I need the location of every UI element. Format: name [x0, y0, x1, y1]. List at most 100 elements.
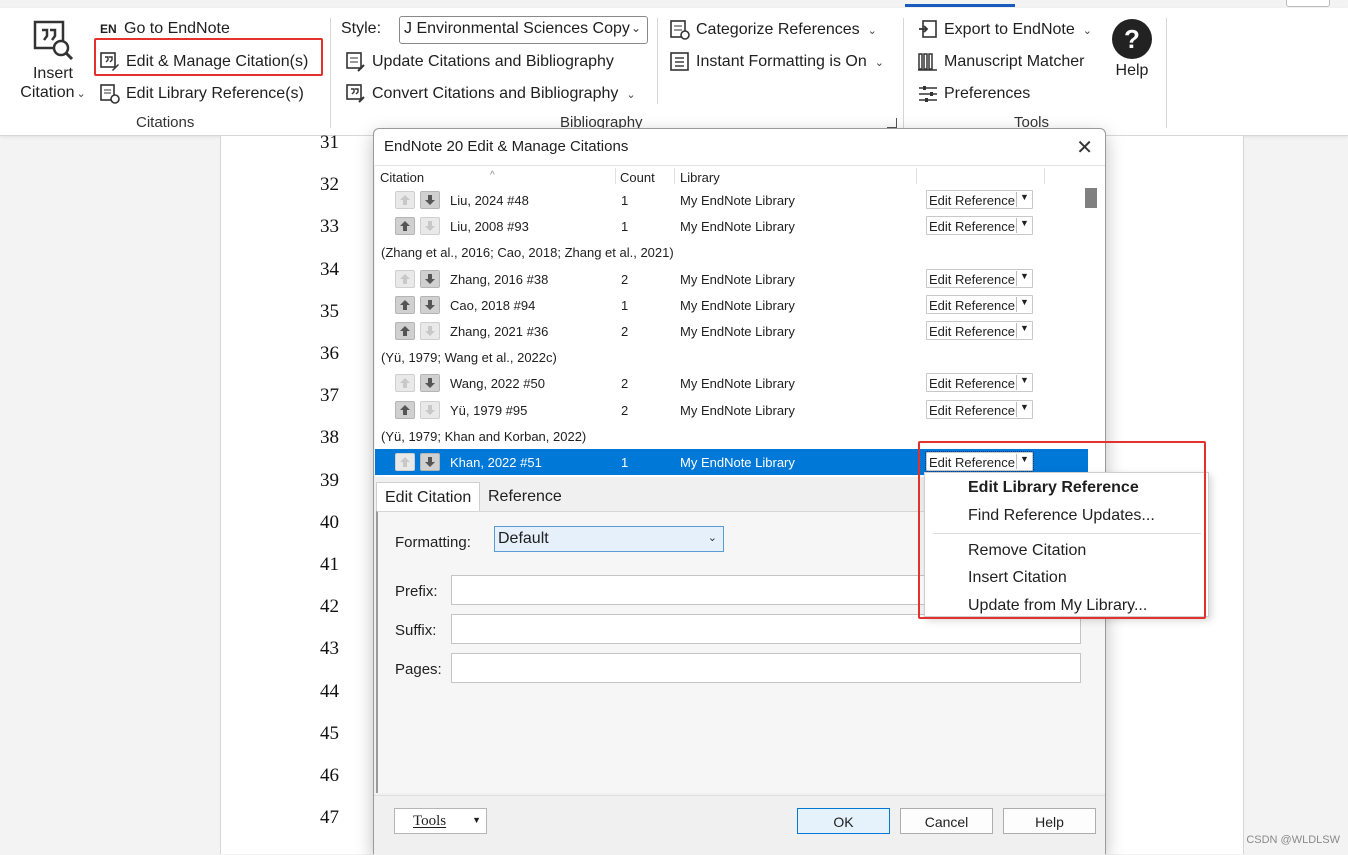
edit-reference-label: Edit Reference: [929, 324, 1015, 339]
edit-reference-dropdown[interactable]: Edit Reference ▼: [926, 216, 1033, 236]
line-number: 43: [320, 638, 339, 660]
edit-manage-highlight: [94, 38, 323, 76]
move-down-icon[interactable]: [420, 295, 440, 314]
dropdown-arrow-icon: ▼: [1020, 296, 1029, 307]
edit-reference-label: Edit Reference: [929, 376, 1015, 392]
line-number: 35: [320, 300, 339, 322]
column-divider: [615, 168, 616, 184]
column-header-library[interactable]: Library: [680, 170, 720, 185]
insert-citation-button[interactable]: Insert Citation ⌄: [14, 16, 92, 104]
edit-reference-dropdown[interactable]: Edit Reference ▼: [926, 268, 1033, 288]
move-down-icon[interactable]: [420, 322, 440, 340]
ok-button[interactable]: OK: [797, 808, 890, 834]
dropdown-divider: [1016, 375, 1017, 391]
categorize-references-button[interactable]: Categorize References ⌄: [670, 20, 877, 40]
edit-library-reference-button[interactable]: Edit Library Reference(s): [100, 84, 304, 104]
close-icon[interactable]: ✕: [1076, 135, 1093, 160]
instant-formatting-button[interactable]: Instant Formatting is On ⌄: [670, 52, 884, 72]
manuscript-matcher-label: Manuscript Matcher: [944, 53, 1085, 70]
edit-reference-dropdown[interactable]: Edit Reference ▼: [926, 294, 1033, 314]
dropdown-arrow-icon: ▼: [1020, 218, 1029, 229]
move-down-icon[interactable]: [420, 453, 440, 471]
tools-button[interactable]: Tools ▼: [394, 808, 487, 834]
chevron-down-icon: ⌄: [630, 21, 641, 35]
convert-citations-label: Convert Citations and Bibliography: [372, 85, 619, 102]
dialog-launcher-icon[interactable]: [887, 118, 897, 128]
cancel-button[interactable]: Cancel: [900, 808, 993, 834]
convert-citations-button[interactable]: Convert Citations and Bibliography ⌄: [346, 84, 636, 104]
column-header-count[interactable]: Count: [620, 170, 655, 185]
move-down-icon[interactable]: [420, 191, 440, 209]
move-down-icon[interactable]: [420, 269, 440, 288]
chevron-down-icon: ⌄: [626, 88, 636, 101]
help-button[interactable]: ? Help: [1108, 18, 1156, 94]
dropdown-divider: [1016, 401, 1017, 417]
reference-row[interactable]: Liu, 2008 #93 1 My EndNote Library Edit Ref…: [375, 213, 1088, 239]
export-to-endnote-button[interactable]: Export to EndNote ⌄: [918, 20, 1092, 40]
preferences-icon: [919, 86, 937, 102]
move-up-icon[interactable]: [395, 295, 415, 314]
edit-reference-label: Edit Reference: [929, 271, 1015, 287]
formatting-select[interactable]: Default ⌄: [494, 526, 724, 552]
help-dialog-button[interactable]: Help: [1003, 808, 1096, 834]
edit-reference-dropdown[interactable]: Edit Reference ▼: [926, 399, 1033, 419]
edit-reference-dropdown[interactable]: Edit Reference ▼: [926, 190, 1033, 209]
move-up-icon[interactable]: [395, 453, 415, 471]
reference-row[interactable]: Liu, 2024 #48 1 My EndNote Library Edit Ref…: [375, 187, 1088, 213]
export-icon: [919, 20, 937, 38]
citation-group-label: (Yü, 1979; Khan and Korban, 2022): [381, 428, 587, 444]
move-up-icon[interactable]: [395, 374, 415, 393]
reference-count: 2: [621, 324, 629, 339]
column-header-citation[interactable]: Citation: [380, 170, 424, 185]
scrollbar-thumb[interactable]: [1085, 188, 1097, 208]
insert-citation-icon: [33, 20, 74, 61]
dropdown-arrow-icon: ▼: [1020, 375, 1029, 386]
citation-group-row[interactable]: (Yü, 1979; Wang et al., 2022c): [375, 344, 1088, 370]
move-up-icon[interactable]: [395, 322, 415, 340]
dialog-footer: Tools ▼ OK Cancel Help: [374, 795, 1105, 855]
chevron-down-icon: ⌄: [707, 532, 717, 544]
reference-label: Cao, 2018 #94: [450, 297, 536, 313]
dropdown-arrow-icon: ▼: [1020, 323, 1029, 333]
edit-library-icon: [100, 84, 120, 104]
manuscript-matcher-button[interactable]: Manuscript Matcher: [918, 52, 1085, 72]
move-down-icon[interactable]: [420, 400, 440, 419]
reference-label: Liu, 2008 #93: [450, 219, 529, 235]
move-up-icon[interactable]: [395, 269, 415, 288]
reference-row[interactable]: Yü, 1979 #95 2 My EndNote Library Edit Refe…: [375, 397, 1088, 423]
preferences-button[interactable]: Preferences: [918, 84, 1030, 104]
edit-reference-label: Edit Reference: [929, 219, 1015, 235]
citation-group-label: (Zhang et al., 2016; Cao, 2018; Zhang et…: [381, 245, 674, 261]
style-label: Style:: [341, 20, 382, 37]
column-divider: [674, 168, 675, 184]
window-control[interactable]: [1286, 0, 1330, 7]
style-select[interactable]: J Environmental Sciences Copy ⌄: [399, 16, 648, 44]
categorize-label: Categorize References: [696, 21, 860, 38]
line-number: 41: [320, 554, 339, 575]
update-citations-button[interactable]: Update Citations and Bibliography: [346, 52, 614, 72]
reference-row[interactable]: Zhang, 2016 #38 2 My EndNote Library Edit R…: [375, 266, 1088, 292]
reference-row[interactable]: Zhang, 2021 #36 2 My EndNote Library Edit R…: [375, 318, 1088, 344]
move-down-icon[interactable]: [420, 374, 440, 393]
move-up-icon[interactable]: [395, 400, 415, 419]
vertical-scrollbar[interactable]: [1085, 188, 1097, 477]
tab-reference[interactable]: Reference: [480, 482, 570, 512]
citation-group-row[interactable]: (Zhang et al., 2016; Cao, 2018; Zhang et…: [375, 239, 1088, 265]
reference-row[interactable]: Wang, 2022 #50 2 My EndNote Library Edit Re…: [375, 370, 1088, 396]
endnote-en-icon: EN: [100, 22, 117, 36]
move-up-icon[interactable]: [395, 217, 415, 236]
edit-reference-dropdown[interactable]: Edit Reference ▼: [926, 373, 1033, 393]
edit-reference-dropdown[interactable]: Edit Reference ▼: [926, 321, 1033, 340]
edit-library-label: Edit Library Reference(s): [126, 85, 304, 102]
reference-row[interactable]: Cao, 2018 #94 1 My EndNote Library Edit Ref…: [375, 292, 1088, 318]
pages-input[interactable]: [451, 653, 1081, 683]
tab-edit-citation[interactable]: Edit Citation: [376, 482, 481, 512]
tools-label: Tools: [413, 813, 447, 829]
reference-count: 2: [621, 376, 629, 392]
move-up-icon[interactable]: [395, 191, 415, 209]
go-to-endnote-button[interactable]: EN Go to EndNote: [100, 20, 230, 38]
svg-text:?: ?: [1124, 24, 1140, 54]
move-down-icon[interactable]: [420, 217, 440, 236]
formatting-value: Default: [498, 530, 549, 547]
line-number: 40: [320, 511, 339, 533]
